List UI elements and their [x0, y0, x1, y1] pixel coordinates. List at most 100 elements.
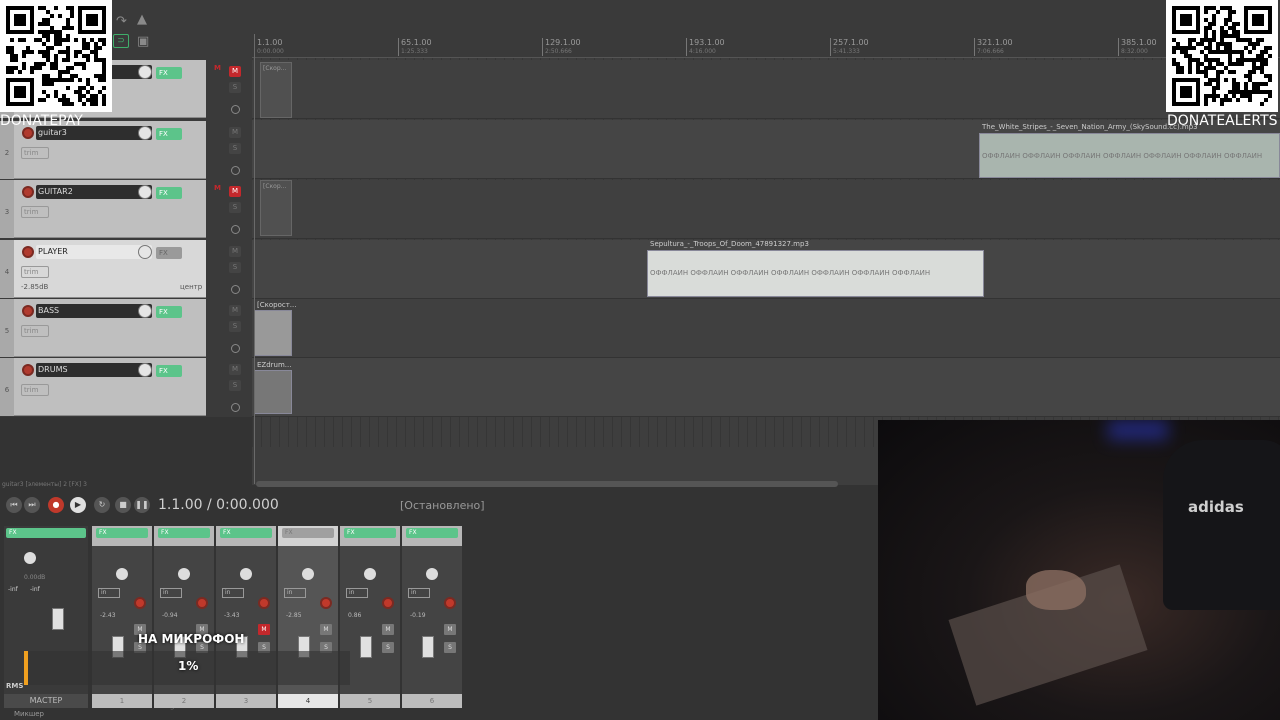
track-lane[interactable]: [252, 299, 1280, 358]
volume-knob[interactable]: [138, 65, 152, 79]
automation-trim-button[interactable]: trim: [21, 147, 49, 159]
record-arm-button[interactable]: [22, 246, 34, 258]
mute-button[interactable]: M: [444, 624, 456, 635]
redo-icon[interactable]: ↷: [116, 14, 127, 29]
record-arm-button[interactable]: [22, 186, 34, 198]
input-button[interactable]: in: [160, 588, 182, 598]
input-button[interactable]: in: [346, 588, 368, 598]
solo-button[interactable]: S: [229, 202, 241, 213]
fx-button[interactable]: FX: [156, 67, 182, 79]
input-button[interactable]: in: [98, 588, 120, 598]
strip-fx-button[interactable]: FX: [220, 528, 272, 538]
automation-trim-button[interactable]: trim: [21, 325, 49, 337]
fx-button[interactable]: FX: [156, 365, 182, 377]
timeline-ruler[interactable]: 1.1.00 0:00.000 65.1.00 1:25.333 129.1.00 2:5…: [252, 30, 1280, 58]
phase-icon[interactable]: [231, 225, 240, 234]
automation-trim-button[interactable]: trim: [21, 266, 49, 278]
lock-icon[interactable]: ▣: [137, 34, 149, 49]
go-end-icon[interactable]: ⏭: [24, 497, 40, 513]
volume-knob[interactable]: [138, 363, 152, 377]
track-name-field[interactable]: PLAYER: [36, 245, 152, 259]
strip-fx-button[interactable]: FX: [96, 528, 148, 538]
phase-icon[interactable]: [231, 285, 240, 294]
mute-button[interactable]: M: [229, 66, 241, 77]
phase-icon[interactable]: [231, 403, 240, 412]
solo-button[interactable]: S: [229, 143, 241, 154]
volume-knob[interactable]: [138, 304, 152, 318]
track-header[interactable]: 2 guitar3 FX trim: [0, 121, 206, 179]
fx-button[interactable]: FX: [156, 128, 182, 140]
mute-button[interactable]: M: [229, 186, 241, 197]
stop-button[interactable]: ■: [115, 497, 131, 513]
track-header[interactable]: 4 PLAYER FX trim -2.85dB центр: [0, 240, 206, 298]
arrange-view[interactable]: 1.1.00 0:00.000 65.1.00 1:25.333 129.1.00 2:5…: [252, 30, 1280, 485]
record-arm-button[interactable]: [320, 597, 332, 609]
master-pan-knob[interactable]: [24, 552, 36, 564]
track-lane[interactable]: [252, 180, 1280, 239]
strip-fx-button[interactable]: FX: [282, 528, 334, 538]
go-start-icon[interactable]: ⏮: [6, 497, 22, 513]
mute-button[interactable]: M: [229, 364, 241, 375]
solo-button[interactable]: S: [382, 642, 394, 653]
track-lane[interactable]: [252, 60, 1280, 119]
track-name-field[interactable]: BASS: [36, 304, 152, 318]
mute-button[interactable]: M: [258, 624, 270, 635]
media-item[interactable]: [Скорост...: [254, 301, 296, 356]
track-header[interactable]: 6 DRUMS FX trim: [0, 358, 206, 416]
input-button[interactable]: in: [408, 588, 430, 598]
repeat-icon[interactable]: ↻: [94, 497, 110, 513]
solo-button[interactable]: S: [229, 380, 241, 391]
strip-fx-button[interactable]: FX: [406, 528, 458, 538]
volume-fader[interactable]: [360, 636, 372, 658]
snap-toggle-icon[interactable]: ⊃: [113, 34, 129, 48]
track-name-field[interactable]: GUITAR2: [36, 185, 152, 199]
fx-button[interactable]: FX: [156, 247, 182, 259]
mute-button[interactable]: M: [229, 305, 241, 316]
record-arm-button[interactable]: [382, 597, 394, 609]
volume-knob[interactable]: [138, 185, 152, 199]
record-arm-button[interactable]: [196, 597, 208, 609]
horizontal-scrollbar[interactable]: [256, 481, 838, 487]
mute-button[interactable]: M: [320, 624, 332, 635]
solo-button[interactable]: S: [229, 82, 241, 93]
phase-icon[interactable]: [231, 105, 240, 114]
volume-knob[interactable]: [138, 126, 152, 140]
strip-fx-button[interactable]: FX: [158, 528, 210, 538]
media-item[interactable]: [Скор...: [260, 62, 292, 118]
automation-trim-button[interactable]: trim: [21, 384, 49, 396]
mixer-tab[interactable]: Микшер: [0, 710, 44, 720]
metronome-icon[interactable]: ▲: [137, 12, 147, 27]
solo-button[interactable]: S: [444, 642, 456, 653]
fx-button[interactable]: FX: [156, 187, 182, 199]
track-header[interactable]: 5 BASS FX trim: [0, 299, 206, 357]
track-header[interactable]: 3 GUITAR2 FX trim: [0, 180, 206, 238]
record-button[interactable]: ●: [48, 497, 64, 513]
pan-knob[interactable]: [426, 568, 438, 580]
media-item-sepultura[interactable]: Sepultura_-_Troops_Of_Doom_47891327.mp3 …: [647, 240, 984, 297]
pan-knob[interactable]: [116, 568, 128, 580]
mute-button[interactable]: M: [229, 246, 241, 257]
media-item[interactable]: EZdrum...: [254, 361, 292, 414]
solo-button[interactable]: S: [229, 321, 241, 332]
strip-fx-button[interactable]: FX: [344, 528, 396, 538]
volume-fader[interactable]: [422, 636, 434, 658]
fx-button[interactable]: FX: [156, 306, 182, 318]
track-lane[interactable]: [252, 358, 1280, 417]
media-item[interactable]: [Скор...: [260, 180, 292, 236]
master-fader[interactable]: [52, 608, 64, 630]
phase-icon[interactable]: [231, 166, 240, 175]
pan-knob[interactable]: [178, 568, 190, 580]
input-button[interactable]: in: [284, 588, 306, 598]
pan-knob[interactable]: [302, 568, 314, 580]
record-arm-button[interactable]: [22, 305, 34, 317]
volume-knob[interactable]: [138, 245, 152, 259]
mute-button[interactable]: M: [229, 127, 241, 138]
record-arm-button[interactable]: [444, 597, 456, 609]
phase-icon[interactable]: [231, 344, 240, 353]
solo-button[interactable]: S: [229, 262, 241, 273]
record-arm-button[interactable]: [22, 364, 34, 376]
media-item-white-stripes[interactable]: The_White_Stripes_-_Seven_Nation_Army_(S…: [979, 123, 1280, 178]
track-name-field[interactable]: DRUMS: [36, 363, 152, 377]
play-button[interactable]: ▶: [70, 497, 86, 513]
pan-knob[interactable]: [364, 568, 376, 580]
